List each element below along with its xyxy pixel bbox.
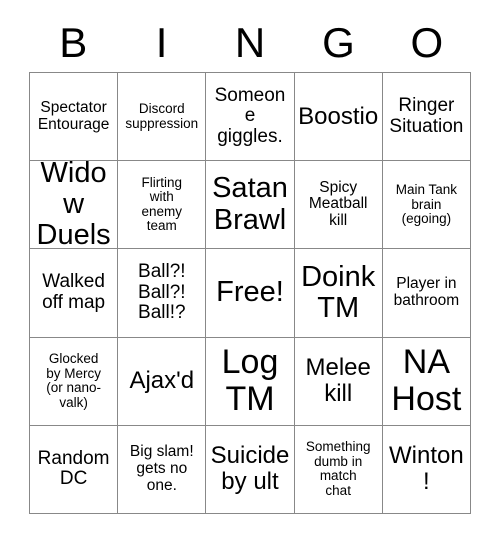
bingo-cell-label: Doink TM xyxy=(301,260,376,324)
bingo-cell-label: NA Host xyxy=(391,343,462,419)
bingo-header-letter-o: O xyxy=(410,19,444,66)
bingo-cell-r2c5[interactable]: Main Tank brain (egoing) xyxy=(382,161,471,250)
bingo-cell-r5c4[interactable]: Something dumb in match chat xyxy=(294,425,383,514)
bingo-cell-label: Main Tank brain (egoing) xyxy=(395,181,458,227)
bingo-cell-r3c3[interactable]: Free! xyxy=(206,249,295,338)
bingo-cell-r5c3[interactable]: Suicide by ult xyxy=(206,425,295,514)
bingo-cell-label: Random DC xyxy=(37,447,110,490)
bingo-cell-r4c3[interactable]: Log TM xyxy=(206,337,295,426)
bingo-cell-r5c1[interactable]: Random DC xyxy=(30,425,119,514)
bingo-cell-r5c5[interactable]: Winton! xyxy=(382,425,471,514)
bingo-cell-label: Suicide by ult xyxy=(210,442,290,496)
bingo-cell-r2c1[interactable]: Widow Duels xyxy=(30,161,119,250)
bingo-cell-r4c2[interactable]: Ajax'd xyxy=(118,337,207,426)
bingo-header-letter-i: I xyxy=(155,19,168,66)
bingo-grid: Spectator Entourage Discord suppression So… xyxy=(29,72,471,514)
bingo-cell-r5c2[interactable]: Big slam! gets no one. xyxy=(118,425,207,514)
bingo-cell-r1c1[interactable]: Spectator Entourage xyxy=(30,73,119,162)
bingo-cell-label: Spicy Meatball kill xyxy=(308,178,368,230)
bingo-cell-label: Free! xyxy=(216,276,284,309)
bingo-cell-r3c5[interactable]: Player in bathroom xyxy=(382,249,471,338)
bingo-cell-label: Big slam! gets no one. xyxy=(129,443,194,494)
bingo-cell-label: Ball?! Ball?! Ball!? xyxy=(138,261,186,324)
bingo-header-letter-g: G xyxy=(322,19,355,66)
bingo-cell-r1c2[interactable]: Discord suppression xyxy=(118,73,207,162)
bingo-cell-r4c5[interactable]: NA Host xyxy=(382,337,471,426)
bingo-cell-label: Winton! xyxy=(389,442,464,496)
bingo-cell-label: Spectator Entourage xyxy=(37,98,110,133)
bingo-cell-label: Ajax'd xyxy=(129,367,195,395)
bingo-cell-r1c4[interactable]: Boostio xyxy=(294,73,383,162)
bingo-cell-label: Flirting with enemy team xyxy=(141,174,183,234)
bingo-cell-r1c5[interactable]: Ringer Situation xyxy=(382,73,471,162)
bingo-header-letter-b: B xyxy=(59,19,88,66)
bingo-cell-label: Player in bathroom xyxy=(393,275,460,309)
bingo-cell-label: Log TM xyxy=(221,343,279,419)
bingo-cell-r2c4[interactable]: Spicy Meatball kill xyxy=(294,161,383,250)
bingo-cell-r3c1[interactable]: Walked off map xyxy=(30,249,119,338)
bingo-cell-label: Glocked by Mercy (or nano- valk) xyxy=(46,351,101,410)
bingo-header: BINGO xyxy=(29,14,471,72)
bingo-cell-label: Ringer Situation xyxy=(389,95,464,137)
bingo-cell-r3c4[interactable]: Doink TM xyxy=(294,249,383,338)
bingo-cell-label: Something dumb in match chat xyxy=(305,439,371,498)
bingo-cell-label: Melee kill xyxy=(305,354,371,408)
bingo-cell-r1c3[interactable]: Someone giggles. xyxy=(206,73,295,162)
bingo-cell-label: Widow Duels xyxy=(36,161,111,250)
bingo-cell-r3c2[interactable]: Ball?! Ball?! Ball!? xyxy=(118,249,207,338)
bingo-cell-label: Someone giggles. xyxy=(214,84,286,147)
bingo-cell-label: Boostio xyxy=(298,102,379,130)
bingo-cell-label: Discord suppression xyxy=(125,101,199,131)
bingo-cell-r4c4[interactable]: Melee kill xyxy=(294,337,383,426)
bingo-cell-r2c2[interactable]: Flirting with enemy team xyxy=(118,161,207,250)
bingo-cell-label: Satan Brawl xyxy=(212,172,288,236)
bingo-cell-r4c1[interactable]: Glocked by Mercy (or nano- valk) xyxy=(30,337,119,426)
bingo-header-letter-n: N xyxy=(234,19,266,66)
bingo-cell-r2c3[interactable]: Satan Brawl xyxy=(206,161,295,250)
bingo-card: B I N G O Spectator Entourage Discord suppres… xyxy=(0,0,500,544)
bingo-cell-label: Walked off map xyxy=(42,271,106,313)
